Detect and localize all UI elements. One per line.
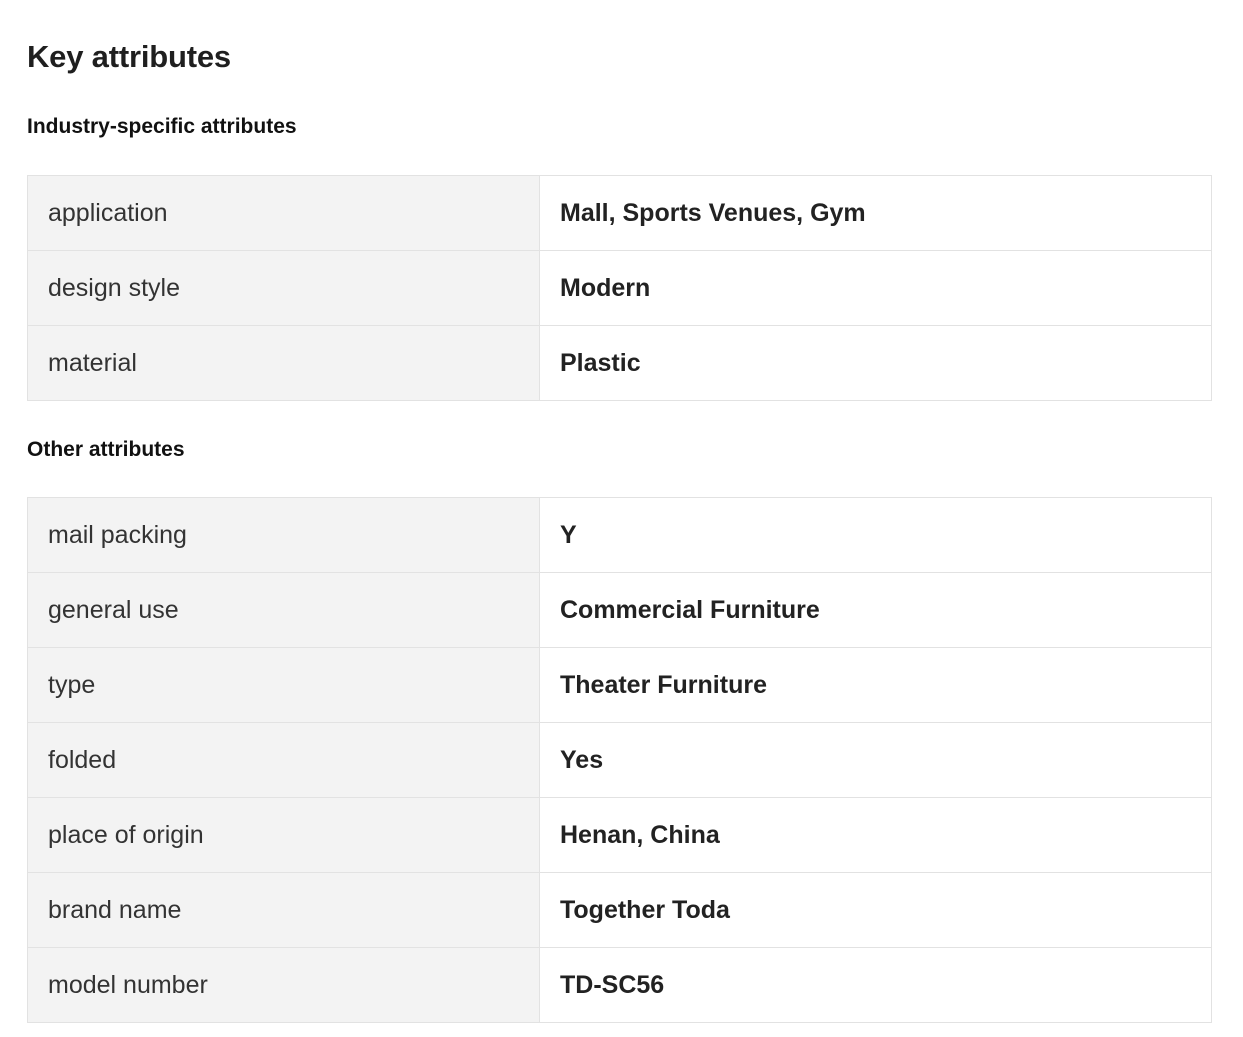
page-title: Key attributes bbox=[27, 39, 231, 74]
other-attributes-heading: Other attributes bbox=[27, 438, 185, 461]
table-row: brand name Together Toda bbox=[27, 872, 1212, 948]
attribute-value: Henan, China bbox=[539, 797, 1212, 873]
attribute-value: Together Toda bbox=[539, 872, 1212, 948]
table-row: design style Modern bbox=[27, 250, 1212, 326]
attribute-value: Mall, Sports Venues, Gym bbox=[539, 175, 1212, 251]
attribute-value: Plastic bbox=[539, 325, 1212, 401]
attribute-value: Theater Furniture bbox=[539, 647, 1212, 723]
attribute-value: Commercial Furniture bbox=[539, 572, 1212, 648]
attribute-key: folded bbox=[27, 722, 540, 798]
attribute-key: model number bbox=[27, 947, 540, 1023]
industry-attributes-table: application Mall, Sports Venues, Gym des… bbox=[27, 175, 1212, 401]
attribute-value: Yes bbox=[539, 722, 1212, 798]
key-attributes-panel: Key attributes Industry-specific attribu… bbox=[0, 0, 1243, 1037]
table-row: folded Yes bbox=[27, 722, 1212, 798]
other-attributes-table: mail packing Y general use Commercial Fu… bbox=[27, 497, 1212, 1023]
attribute-key: general use bbox=[27, 572, 540, 648]
industry-attributes-heading: Industry-specific attributes bbox=[27, 115, 297, 138]
table-row: general use Commercial Furniture bbox=[27, 572, 1212, 648]
attribute-value: Y bbox=[539, 497, 1212, 573]
attribute-key: type bbox=[27, 647, 540, 723]
table-row: model number TD-SC56 bbox=[27, 947, 1212, 1023]
attribute-key: place of origin bbox=[27, 797, 540, 873]
attribute-key: mail packing bbox=[27, 497, 540, 573]
attribute-value: TD-SC56 bbox=[539, 947, 1212, 1023]
attribute-key: design style bbox=[27, 250, 540, 326]
attribute-key: application bbox=[27, 175, 540, 251]
attribute-key: brand name bbox=[27, 872, 540, 948]
attribute-value: Modern bbox=[539, 250, 1212, 326]
table-row: type Theater Furniture bbox=[27, 647, 1212, 723]
table-row: application Mall, Sports Venues, Gym bbox=[27, 175, 1212, 251]
attribute-key: material bbox=[27, 325, 540, 401]
table-row: mail packing Y bbox=[27, 497, 1212, 573]
table-row: material Plastic bbox=[27, 325, 1212, 401]
table-row: place of origin Henan, China bbox=[27, 797, 1212, 873]
